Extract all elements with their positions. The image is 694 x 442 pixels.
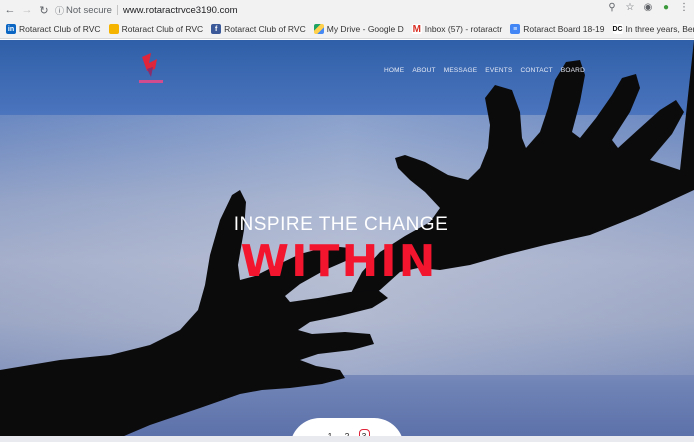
zoom-icon[interactable]: ⚲ [606, 2, 618, 13]
bookmark-item[interactable]: f Rotaract Club of RVC [211, 24, 306, 34]
bookmark-item[interactable]: My Drive - Google D [313, 24, 404, 34]
club-logo[interactable] [137, 53, 165, 87]
bookmark-item[interactable]: ≡ Rotaract Board 18-19 [510, 24, 605, 34]
page-bottom-strip [0, 436, 694, 442]
bookmark-item[interactable]: DC In three years, Benga [612, 24, 694, 34]
bookmark-label: My Drive - Google D [326, 24, 404, 34]
menu-icon[interactable]: ⋮ [678, 2, 690, 13]
reload-icon[interactable]: ↻ [37, 3, 51, 17]
browser-toolbar: ← → ↻ ⓘ Not secure www.rotaractrvce3190.… [0, 0, 694, 20]
nav-home[interactable]: HOME [384, 67, 404, 74]
back-arrow-icon[interactable]: ← [3, 3, 17, 17]
sheets-icon: ≡ [510, 24, 521, 34]
google-drive-icon [313, 24, 324, 34]
extension-icon[interactable]: ◉ [642, 2, 654, 13]
info-icon[interactable]: ⓘ [55, 4, 64, 17]
security-label: Not secure [66, 4, 112, 16]
nav-board[interactable]: BOARD [561, 67, 585, 74]
nav-about[interactable]: ABOUT [412, 67, 435, 74]
hero-title: WITHIN [240, 236, 438, 287]
bookmark-item[interactable]: Rotaract Club of RVC [108, 24, 204, 34]
forward-arrow-icon[interactable]: → [20, 3, 34, 17]
nav-contact[interactable]: CONTACT [521, 67, 553, 74]
star-icon[interactable]: ☆ [624, 2, 636, 13]
bookmark-label: In three years, Benga [625, 24, 694, 34]
bookmark-label: Rotaract Club of RVC [19, 24, 101, 34]
address-bar[interactable]: ⓘ Not secure www.rotaractrvce3190.com [55, 2, 238, 18]
bookmark-label: Rotaract Board 18-19 [523, 24, 605, 34]
linkedin-icon: in [6, 24, 16, 34]
hero-tagline: INSPIRE THE CHANGE [233, 214, 449, 235]
browser-actions: ⚲ ☆ ◉ ● ⋮ [606, 2, 690, 13]
bookmarks-bar: in Rotaract Club of RVC Rotaract Club of… [0, 20, 694, 39]
hero-section: HOME ABOUT MESSAGE EVENTS CONTACT BOARD … [0, 40, 694, 442]
gmail-icon: M [411, 23, 422, 35]
site-navigation: HOME ABOUT MESSAGE EVENTS CONTACT BOARD [384, 67, 585, 74]
bookmark-label: Rotaract Club of RVC [121, 24, 204, 34]
facebook-icon: f [211, 24, 222, 34]
bookmark-label: Inbox (57) - rotaractr [424, 24, 503, 34]
url-text[interactable]: www.rotaractrvce3190.com [123, 5, 238, 16]
bookmark-item[interactable]: in Rotaract Club of RVC [6, 24, 101, 34]
bookmark-icon [108, 24, 119, 34]
dc-icon: DC [612, 24, 623, 34]
extension-globe-icon[interactable]: ● [660, 2, 672, 13]
nav-events[interactable]: EVENTS [485, 67, 512, 74]
bookmark-label: Rotaract Club of RVC [224, 24, 306, 34]
nav-message[interactable]: MESSAGE [444, 67, 478, 74]
divider [116, 5, 118, 15]
bookmark-item[interactable]: M Inbox (57) - rotaractr [411, 23, 503, 35]
